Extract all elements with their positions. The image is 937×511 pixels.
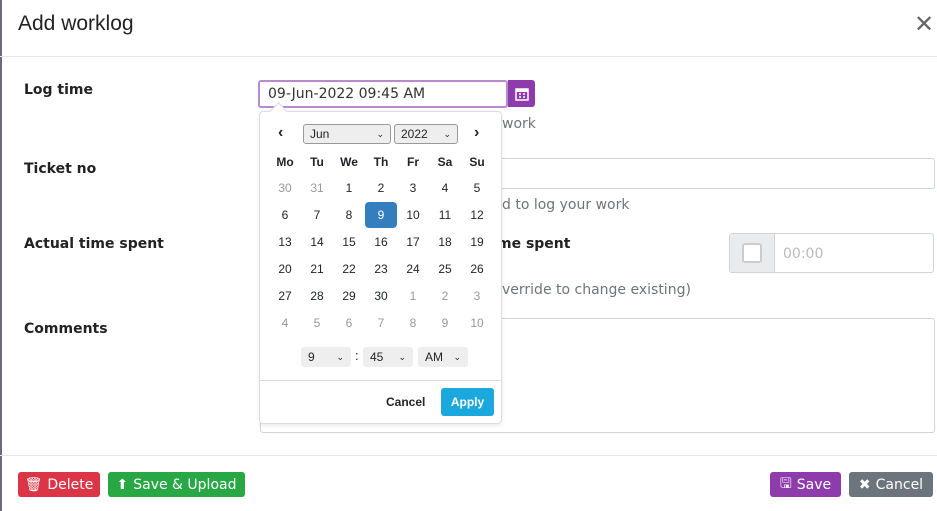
prev-month-icon[interactable]: ‹ <box>278 124 283 142</box>
calendar-day[interactable]: 4 <box>429 175 461 201</box>
calendar-day[interactable]: 2 <box>365 175 397 201</box>
picker-cancel-button[interactable]: Cancel <box>386 395 425 409</box>
calendar-day[interactable]: 30 <box>269 175 301 201</box>
weekday-header: Su <box>469 155 485 169</box>
calendar-day[interactable]: 2 <box>429 283 461 309</box>
calendar-day[interactable]: 14 <box>301 229 333 255</box>
time-separator: : <box>355 348 359 363</box>
calendar-day[interactable]: 6 <box>269 202 301 228</box>
popup-divider <box>260 380 501 381</box>
calendar-day[interactable]: 9 <box>429 310 461 336</box>
calendar-day[interactable]: 7 <box>365 310 397 336</box>
weekday-header: We <box>340 155 358 169</box>
floppy-icon: 🖫 <box>779 475 792 492</box>
trash-icon: 🗑 <box>24 476 43 493</box>
weekday-header: Tu <box>310 155 324 169</box>
calendar-day[interactable]: 13 <box>269 229 301 255</box>
calendar-day[interactable]: 8 <box>397 310 429 336</box>
log-time-label: Log time <box>24 82 94 98</box>
save-upload-button[interactable]: ⬆ Save & Upload <box>108 472 245 497</box>
upload-icon: ⬆ <box>116 476 129 493</box>
ampm-select[interactable]: AM ⌄ <box>418 347 468 367</box>
hour-value: 9 <box>308 350 315 364</box>
actual-time-label: Actual time spent <box>24 236 164 252</box>
ticket-no-help: d to log your work <box>502 197 630 213</box>
weekday-header: Sa <box>437 155 453 169</box>
comments-label: Comments <box>24 321 108 337</box>
year-value: 2022 <box>401 127 428 141</box>
save-label: Save <box>796 476 832 493</box>
log-time-help: work <box>502 116 536 132</box>
picker-apply-button[interactable]: Apply <box>441 388 494 416</box>
cancel-button[interactable]: ✖ Cancel <box>849 472 933 497</box>
calendar-day[interactable]: 19 <box>461 229 493 255</box>
next-month-icon[interactable]: › <box>474 124 479 142</box>
calendar-day[interactable]: 1 <box>333 175 365 201</box>
time-spent-input[interactable]: 00:00 <box>775 234 831 272</box>
calendar-day[interactable]: 25 <box>429 256 461 282</box>
calendar-day[interactable]: 20 <box>269 256 301 282</box>
calendar-day[interactable]: 12 <box>461 202 493 228</box>
delete-button[interactable]: 🗑 Delete <box>18 472 100 497</box>
calendar-day[interactable]: 3 <box>397 175 429 201</box>
calendar-day[interactable]: 29 <box>333 283 365 309</box>
calendar-day[interactable]: 31 <box>301 175 333 201</box>
cancel-label: Cancel <box>875 476 924 493</box>
override-checkbox-wrap <box>730 234 775 272</box>
calendar-day[interactable]: 18 <box>429 229 461 255</box>
ticket-no-label: Ticket no <box>24 161 97 177</box>
calendar-day[interactable]: 28 <box>301 283 333 309</box>
minute-select[interactable]: 45 ⌄ <box>363 347 413 367</box>
calendar-day[interactable]: 3 <box>461 283 493 309</box>
calendar-day[interactable]: 27 <box>269 283 301 309</box>
calendar-day[interactable]: 30 <box>365 283 397 309</box>
calendar-day[interactable]: 24 <box>397 256 429 282</box>
calendar-day-selected[interactable]: 9 <box>365 202 397 228</box>
time-spent-label: me spent <box>497 236 571 252</box>
calendar-day[interactable]: 5 <box>461 175 493 201</box>
weekday-header: Mo <box>276 155 294 169</box>
minute-value: 45 <box>370 350 384 364</box>
hour-select[interactable]: 9 ⌄ <box>301 347 351 367</box>
calendar-day[interactable]: 16 <box>365 229 397 255</box>
time-spent-group: 00:00 <box>729 233 934 273</box>
calendar-day[interactable]: 21 <box>301 256 333 282</box>
calendar-day[interactable]: 10 <box>461 310 493 336</box>
calendar-day[interactable]: 10 <box>397 202 429 228</box>
month-value: Jun <box>310 127 330 141</box>
calendar-day[interactable]: 23 <box>365 256 397 282</box>
weekday-header: Fr <box>407 155 419 169</box>
calendar-day[interactable]: 15 <box>333 229 365 255</box>
calendar-day[interactable]: 5 <box>301 310 333 336</box>
calendar-day[interactable]: 26 <box>461 256 493 282</box>
footer-divider <box>0 455 937 456</box>
calendar-day[interactable]: 6 <box>333 310 365 336</box>
calendar-day[interactable]: 11 <box>429 202 461 228</box>
calendar-day[interactable]: 17 <box>397 229 429 255</box>
year-select[interactable]: 2022 ⌄ <box>394 124 458 144</box>
actual-time-help: verride to change existing) <box>502 282 691 298</box>
x-icon: ✖ <box>858 476 871 493</box>
override-checkbox[interactable] <box>742 243 762 263</box>
weekday-header: Th <box>373 155 389 169</box>
calendar-icon[interactable] <box>508 80 535 107</box>
log-time-input[interactable]: 09-Jun-2022 09:45 AM <box>258 80 508 108</box>
save-upload-label: Save & Upload <box>133 476 237 493</box>
save-button[interactable]: 🖫 Save <box>770 472 841 497</box>
backdrop-edge <box>0 0 2 511</box>
delete-label: Delete <box>47 476 94 493</box>
month-select[interactable]: Jun ⌄ <box>303 124 391 144</box>
ampm-value: AM <box>425 350 443 364</box>
calendar-day[interactable]: 4 <box>269 310 301 336</box>
calendar-day[interactable]: 1 <box>397 283 429 309</box>
dialog-title: Add worklog <box>18 12 134 35</box>
calendar-day[interactable]: 22 <box>333 256 365 282</box>
calendar-day[interactable]: 7 <box>301 202 333 228</box>
close-icon[interactable]: ✕ <box>914 10 934 39</box>
calendar-day[interactable]: 8 <box>333 202 365 228</box>
header-divider <box>0 56 937 57</box>
datepicker-popup: ‹ Jun ⌄ 2022 ⌄ › Mo Tu We Th Fr Sa Su 30 31 1 2 3 4 5 6 7… <box>259 111 502 424</box>
